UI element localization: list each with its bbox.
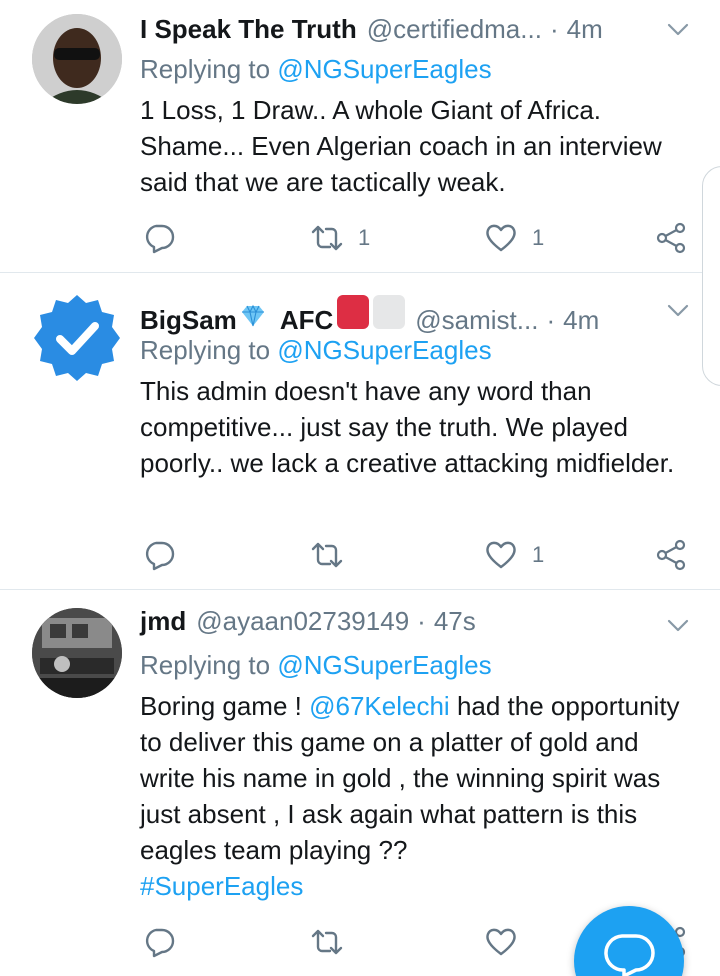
replying-mention[interactable]: @NGSuperEagles <box>277 335 491 365</box>
display-name[interactable]: BigSam <box>140 305 237 336</box>
diamond-emoji <box>241 304 264 327</box>
timestamp[interactable]: 4m <box>567 14 603 45</box>
retweet-count: 1 <box>358 225 371 250</box>
tweet-2[interactable]: BigSam AFC @samist... · 4m Replying to @… <box>0 273 720 589</box>
tweet-1[interactable]: I Speak The Truth @certifiedma... · 4m R… <box>0 0 720 272</box>
like-button[interactable]: 1 <box>484 218 544 258</box>
user-handle[interactable]: @ayaan02739149 <box>196 606 409 637</box>
display-name-suffix[interactable]: AFC <box>280 305 333 336</box>
share-icon <box>656 539 686 571</box>
separator-dot: · <box>417 606 426 636</box>
like-icon <box>486 541 516 569</box>
retweet-button[interactable] <box>310 922 358 962</box>
reply-icon <box>145 541 175 571</box>
like-icon <box>486 224 516 252</box>
tweet-text-start: Boring game ! <box>140 691 302 721</box>
avatar[interactable] <box>32 293 122 383</box>
retweet-icon <box>311 929 343 955</box>
separator-dot: · <box>546 305 556 335</box>
share-button[interactable] <box>654 535 688 575</box>
reply-button[interactable] <box>142 922 176 962</box>
replying-prefix: Replying to <box>140 650 271 680</box>
replying-mention[interactable]: @NGSuperEagles <box>277 650 491 680</box>
retweet-button[interactable]: 1 <box>310 218 370 258</box>
verified-badge-icon <box>34 295 120 381</box>
reply-icon <box>145 224 175 254</box>
replying-to: Replying to @NGSuperEagles <box>140 54 492 85</box>
user-handle[interactable]: @samist... <box>415 305 538 336</box>
like-button[interactable] <box>484 922 532 962</box>
replying-to: Replying to @NGSuperEagles <box>140 650 492 681</box>
share-button[interactable] <box>654 218 688 258</box>
display-name[interactable]: jmd <box>140 606 186 637</box>
avatar[interactable] <box>32 14 122 104</box>
tweet-text: This admin doesn't have any word than co… <box>140 376 675 478</box>
tweet-text: 1 Loss, 1 Draw.. A whole Giant of Africa… <box>140 95 662 197</box>
tweet-actions: 1 1 <box>140 218 700 258</box>
replying-to: Replying to @NGSuperEagles <box>140 335 492 366</box>
display-name[interactable]: I Speak The Truth <box>140 14 357 45</box>
user-handle[interactable]: @certifiedma... <box>367 14 542 45</box>
like-icon <box>486 928 516 956</box>
compose-fab[interactable] <box>574 906 684 976</box>
replying-mention[interactable]: @NGSuperEagles <box>277 54 491 84</box>
chevron-down-icon[interactable] <box>666 18 690 42</box>
timestamp[interactable]: 47s <box>434 606 476 637</box>
like-count: 1 <box>532 542 545 567</box>
mention-link[interactable]: @67Kelechi <box>309 691 450 721</box>
hashtag-link[interactable]: #SuperEagles <box>140 871 303 901</box>
compose-reply-icon <box>604 934 655 976</box>
white-square-emoji <box>373 295 406 329</box>
side-drawer-handle[interactable] <box>702 166 720 386</box>
avatar[interactable] <box>32 608 122 698</box>
timestamp[interactable]: 4m <box>563 305 599 336</box>
replying-prefix: Replying to <box>140 54 271 84</box>
tweet-header: BigSam AFC @samist... · 4m <box>140 295 690 335</box>
chevron-down-icon[interactable] <box>666 299 690 323</box>
tweet-text: Boring game ! @67Kelechi had the opportu… <box>140 688 700 904</box>
avatar-photo <box>32 608 122 698</box>
retweet-button[interactable] <box>310 535 358 575</box>
reply-button[interactable] <box>142 535 176 575</box>
like-button[interactable]: 1 <box>484 535 544 575</box>
replying-prefix: Replying to <box>140 335 271 365</box>
separator-dot: · <box>549 14 559 44</box>
tweet-header: I Speak The Truth @certifiedma... · 4m <box>140 14 690 54</box>
tweet-header: jmd @ayaan02739149 · 47s <box>140 606 690 646</box>
reply-button[interactable] <box>142 218 176 258</box>
retweet-icon <box>311 225 343 251</box>
share-icon <box>656 222 686 254</box>
avatar-photo <box>32 14 122 104</box>
red-square-emoji <box>337 295 370 329</box>
reply-icon <box>145 928 175 958</box>
retweet-icon <box>311 542 343 568</box>
chevron-down-icon[interactable] <box>666 614 690 638</box>
like-count: 1 <box>532 225 545 250</box>
tweet-actions: 1 <box>140 535 700 575</box>
